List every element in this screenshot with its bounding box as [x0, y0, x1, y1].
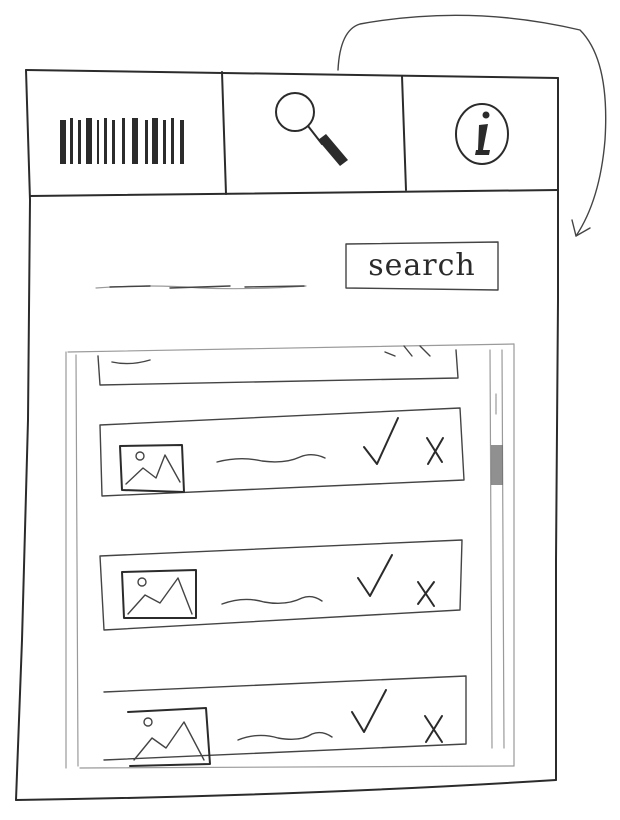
row-text: [221, 595, 323, 605]
x-icon[interactable]: [426, 437, 444, 465]
list-item[interactable]: [103, 675, 467, 761]
check-icon[interactable]: [357, 554, 393, 597]
list-viewport-frame: [65, 343, 515, 769]
list-item[interactable]: [99, 407, 465, 497]
row-text: [237, 731, 333, 741]
check-icon[interactable]: [363, 417, 399, 465]
search-button[interactable]: search: [346, 242, 498, 288]
x-icon[interactable]: [424, 715, 443, 743]
image-icon: [119, 444, 185, 493]
list-item-partial[interactable]: [97, 345, 459, 386]
toolbar-search-tab[interactable]: [226, 74, 404, 192]
search-input[interactable]: [95, 270, 310, 298]
image-icon: [121, 569, 197, 619]
toolbar-barcode-tab[interactable]: [32, 74, 222, 194]
toolbar-info-tab[interactable]: [406, 78, 556, 190]
check-icon[interactable]: [351, 689, 387, 733]
scrollbar[interactable]: [489, 349, 505, 749]
list-item[interactable]: [99, 539, 463, 631]
row-text: [216, 454, 326, 463]
search-button-label: search: [368, 247, 476, 283]
x-icon[interactable]: [417, 581, 435, 607]
